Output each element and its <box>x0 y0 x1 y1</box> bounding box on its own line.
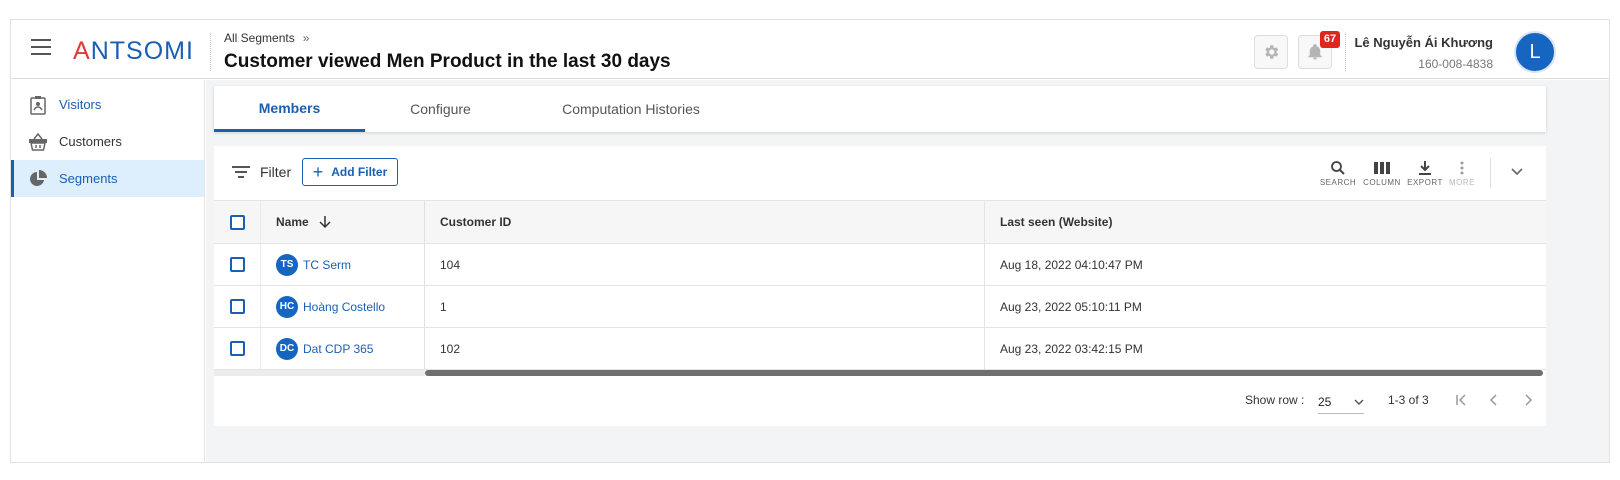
gear-icon <box>1265 45 1279 59</box>
search-tool-button[interactable]: SEARCH <box>1316 160 1360 187</box>
plus-icon: + <box>312 161 324 182</box>
add-filter-button[interactable]: + Add Filter <box>302 158 398 186</box>
first-page-button[interactable] <box>1452 390 1472 410</box>
sort-arrow-down-icon[interactable] <box>319 215 331 229</box>
table-row[interactable]: TS TC Serm 104 Aug 18, 2022 04:10:47 PM <box>214 244 1546 286</box>
column-header-label: Name <box>276 215 309 229</box>
sidebar-item-customers[interactable]: Customers <box>11 123 204 160</box>
search-tool-label: SEARCH <box>1319 178 1357 187</box>
column-header-customer-id[interactable]: Customer ID <box>425 201 985 243</box>
chevron-down-icon[interactable] <box>1510 164 1524 183</box>
notification-badge: 67 <box>1320 31 1340 48</box>
breadcrumb-separator: » <box>302 31 310 45</box>
row-checkbox-cell <box>214 328 261 369</box>
more-vert-icon <box>1460 161 1464 175</box>
column-tool-label: COLUMN <box>1363 178 1401 187</box>
page-range: 1-3 of 3 <box>1388 393 1429 407</box>
antsomi-logo[interactable]: ANTSOMI <box>73 37 194 66</box>
row-checkbox[interactable] <box>229 299 245 314</box>
user-id: 160-008-4838 <box>1418 57 1493 71</box>
select-all-checkbox[interactable] <box>229 214 245 230</box>
row-checkbox[interactable] <box>229 341 245 356</box>
last-seen-cell: Aug 23, 2022 05:10:11 PM <box>1000 299 1142 314</box>
more-tool-label: MORE <box>1449 178 1475 187</box>
customer-id-cell: 102 <box>425 328 985 369</box>
app-frame: ANTSOMI All Segments » Customer viewed Me… <box>10 19 1610 463</box>
customer-id-cell: 1 <box>425 286 985 327</box>
sidebar-item-label: Customers <box>59 134 122 149</box>
customer-name-link[interactable]: Dat CDP 365 <box>303 342 373 356</box>
sidebar: Visitors Customers Segments <box>11 80 205 462</box>
filter-icon[interactable] <box>232 166 250 180</box>
customer-avatar: TS <box>276 253 298 276</box>
table-row[interactable]: DC Dat CDP 365 102 Aug 23, 2022 03:42:15… <box>214 328 1546 370</box>
basket-icon <box>27 131 49 153</box>
add-filter-label: Add Filter <box>331 165 388 179</box>
pie-chart-icon <box>27 168 49 190</box>
column-header-last-seen[interactable]: Last seen (Website) <box>985 201 1546 243</box>
name-cell: DC Dat CDP 365 <box>261 328 425 369</box>
sidebar-item-label: Visitors <box>59 97 102 112</box>
toolbar-divider <box>1490 158 1491 188</box>
sidebar-item-visitors[interactable]: Visitors <box>11 86 204 123</box>
chevron-left-icon <box>1489 394 1497 406</box>
download-icon <box>1419 161 1431 175</box>
customer-avatar: HC <box>276 295 298 318</box>
chevron-right-icon <box>1525 394 1533 406</box>
sidebar-item-label: Segments <box>59 171 118 186</box>
settings-button[interactable] <box>1254 35 1288 69</box>
row-checkbox-cell <box>214 286 261 327</box>
customer-avatar: DC <box>276 337 298 360</box>
previous-page-button[interactable] <box>1484 390 1504 410</box>
table-row[interactable]: HC Hoàng Costello 1 Aug 23, 2022 05:10:1… <box>214 286 1546 328</box>
show-row-label: Show row : <box>1245 393 1305 407</box>
name-cell: HC Hoàng Costello <box>261 286 425 327</box>
members-panel: Filter + Add Filter SEARCH COLUMN EXPORT <box>214 146 1546 426</box>
search-icon <box>1331 161 1345 175</box>
tab-bar: Members Configure Computation Histories <box>214 86 1546 132</box>
export-tool-label: EXPORT <box>1407 178 1443 187</box>
chevron-down-icon <box>1354 399 1364 405</box>
rows-per-page-select[interactable]: 25 <box>1318 390 1364 414</box>
name-cell: TS TC Serm <box>261 244 425 285</box>
top-header: ANTSOMI All Segments » Customer viewed Me… <box>11 23 1609 79</box>
customer-name-link[interactable]: TC Serm <box>303 258 351 272</box>
header-divider <box>210 33 211 71</box>
tab-computation-histories[interactable]: Computation Histories <box>516 86 746 132</box>
header-checkbox-cell <box>214 201 261 243</box>
header-divider-right <box>1345 33 1346 71</box>
visitor-icon <box>27 94 49 116</box>
pagination: Show row : 25 1-3 of 3 <box>214 376 1546 436</box>
table-toolbar: Filter + Add Filter SEARCH COLUMN EXPORT <box>214 146 1546 200</box>
breadcrumb-all-segments[interactable]: All Segments <box>224 31 295 45</box>
more-tool-button[interactable]: MORE <box>1440 160 1484 187</box>
sidebar-item-segments[interactable]: Segments <box>11 160 204 197</box>
table-header-row: Name Customer ID Last seen (Website) <box>214 200 1546 244</box>
last-seen-cell: Aug 23, 2022 03:42:15 PM <box>1000 341 1143 356</box>
breadcrumb[interactable]: All Segments » <box>224 31 309 45</box>
column-tool-button[interactable]: COLUMN <box>1360 160 1404 187</box>
first-page-icon <box>1456 394 1466 406</box>
next-page-button[interactable] <box>1518 390 1538 410</box>
column-header-name[interactable]: Name <box>261 201 425 243</box>
customer-name-link[interactable]: Hoàng Costello <box>303 300 385 314</box>
columns-icon <box>1374 162 1390 174</box>
row-checkbox-cell <box>214 244 261 285</box>
main-content: Members Configure Computation Histories … <box>206 80 1609 462</box>
row-checkbox[interactable] <box>229 257 245 272</box>
customer-id-cell: 104 <box>425 244 985 285</box>
filter-label[interactable]: Filter <box>260 164 291 180</box>
last-seen-cell: Aug 18, 2022 04:10:47 PM <box>1000 257 1143 272</box>
menu-icon[interactable] <box>31 39 51 55</box>
user-name: Lê Nguyễn Ái Khương <box>1354 35 1493 50</box>
tab-configure[interactable]: Configure <box>365 86 516 132</box>
rows-per-page-value: 25 <box>1318 394 1332 409</box>
page-title: Customer viewed Men Product in the last … <box>224 51 671 72</box>
user-avatar[interactable]: L <box>1514 31 1556 73</box>
tab-members[interactable]: Members <box>214 86 365 132</box>
